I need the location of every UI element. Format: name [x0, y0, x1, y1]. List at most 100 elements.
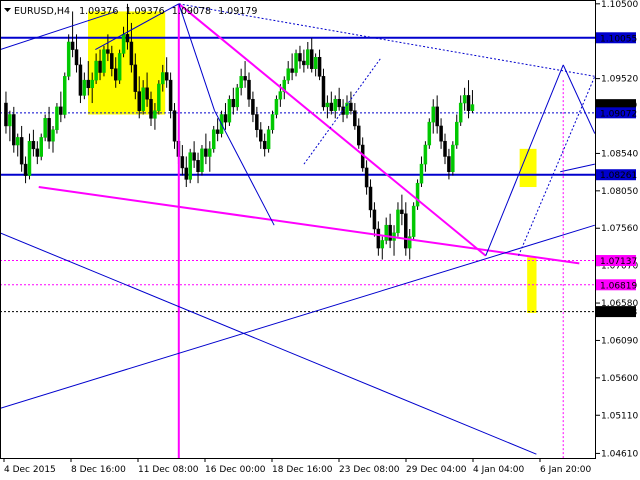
candle-body — [329, 102, 334, 111]
candle-body — [133, 64, 138, 92]
candle-body — [231, 98, 236, 108]
candle — [15, 133, 20, 157]
candle — [66, 34, 71, 81]
level-tag: 1.08261 — [596, 169, 637, 181]
candle — [470, 90, 475, 113]
level-tag-label: 1.07137 — [600, 257, 637, 267]
candle-body — [164, 72, 169, 81]
candle-body — [196, 160, 200, 173]
candle — [31, 129, 36, 157]
candle — [341, 99, 345, 123]
x-tick-label: 23 Dec 08:00 — [339, 465, 400, 475]
candle — [458, 95, 463, 126]
candle-body — [447, 156, 451, 173]
candle — [282, 76, 287, 100]
candle-body — [47, 118, 51, 142]
level-tag-label: 1.06468 — [600, 308, 637, 318]
candle-body — [380, 240, 385, 249]
candle-body — [211, 129, 216, 150]
candle-body — [82, 79, 87, 96]
y-tick-label: 1.08540 — [601, 149, 638, 159]
y-tick-label: 1.05600 — [601, 374, 638, 384]
level-tag: 1.10055 — [596, 32, 637, 44]
svg-text:EURUSD,H4 1.09376: EURUSD,H4 1.09376 1.09376 1.09078 1.0917… — [14, 6, 257, 17]
candle — [235, 83, 239, 111]
candle-body — [435, 106, 439, 127]
wave-line — [178, 3, 216, 111]
candle-body — [70, 41, 75, 50]
candle — [164, 57, 169, 88]
candle — [188, 148, 192, 184]
level-tag: 1.06819 — [596, 279, 637, 291]
candle — [345, 95, 349, 119]
candle — [368, 179, 373, 218]
candle-body — [145, 87, 149, 100]
candle-body — [321, 76, 326, 108]
candle — [172, 103, 177, 149]
candle — [321, 68, 326, 111]
wave-line — [560, 163, 595, 173]
candle — [12, 106, 16, 153]
candle — [266, 125, 271, 153]
candle-body — [251, 98, 255, 115]
candle-body — [86, 79, 91, 89]
candle — [431, 99, 435, 134]
yellow-zone-1 — [519, 148, 537, 188]
candle — [298, 45, 302, 69]
candle — [329, 91, 334, 115]
candle — [59, 91, 63, 123]
candle-body — [188, 152, 192, 180]
candle — [70, 11, 75, 58]
candle-body — [15, 137, 20, 146]
candle — [286, 61, 290, 84]
candle-body — [94, 60, 98, 81]
candle — [462, 87, 467, 111]
x-tick-label: 6 Jan 20:00 — [540, 465, 592, 475]
candle — [290, 53, 294, 81]
candle-body — [106, 49, 110, 54]
candle-body — [117, 53, 122, 81]
candle-body — [66, 41, 71, 77]
candle-body — [208, 148, 212, 157]
candle-body — [180, 156, 185, 169]
candle — [353, 103, 357, 130]
candle — [364, 160, 369, 195]
candle — [19, 125, 24, 172]
candle-body — [102, 49, 106, 73]
candle — [435, 95, 439, 134]
candle-body — [227, 98, 232, 123]
candle — [274, 95, 279, 119]
candle — [82, 72, 87, 100]
candle-body — [439, 125, 443, 142]
candle-body — [255, 114, 259, 131]
title-symbol: EURUSD,H4 — [14, 6, 70, 17]
candle — [184, 156, 189, 188]
candle — [211, 125, 216, 153]
candle — [215, 118, 220, 142]
level-tag: 1.09072 — [596, 107, 637, 119]
candle — [74, 34, 79, 73]
candle-body — [235, 87, 239, 108]
candle-body — [215, 129, 220, 134]
candle-body — [113, 68, 118, 81]
candle-body — [466, 95, 471, 111]
y-tick-label: 1.10500 — [601, 0, 638, 10]
level-tag: 1.07137 — [596, 255, 637, 267]
candle — [396, 202, 400, 237]
candle-body — [39, 137, 43, 157]
candle-body — [78, 64, 83, 96]
wave-line — [214, 110, 275, 226]
candle — [294, 49, 298, 77]
candle — [423, 141, 428, 172]
level-tag: 1.06468 — [596, 306, 637, 318]
level-tag-label: 1.08261 — [600, 171, 637, 181]
candle — [227, 95, 232, 126]
candle — [192, 141, 196, 168]
candle-body — [19, 137, 24, 165]
candle-body — [427, 121, 432, 146]
candle-body — [110, 53, 114, 69]
candle — [376, 221, 381, 256]
candle — [39, 133, 43, 161]
candle-body — [98, 60, 102, 73]
candle — [357, 118, 361, 149]
